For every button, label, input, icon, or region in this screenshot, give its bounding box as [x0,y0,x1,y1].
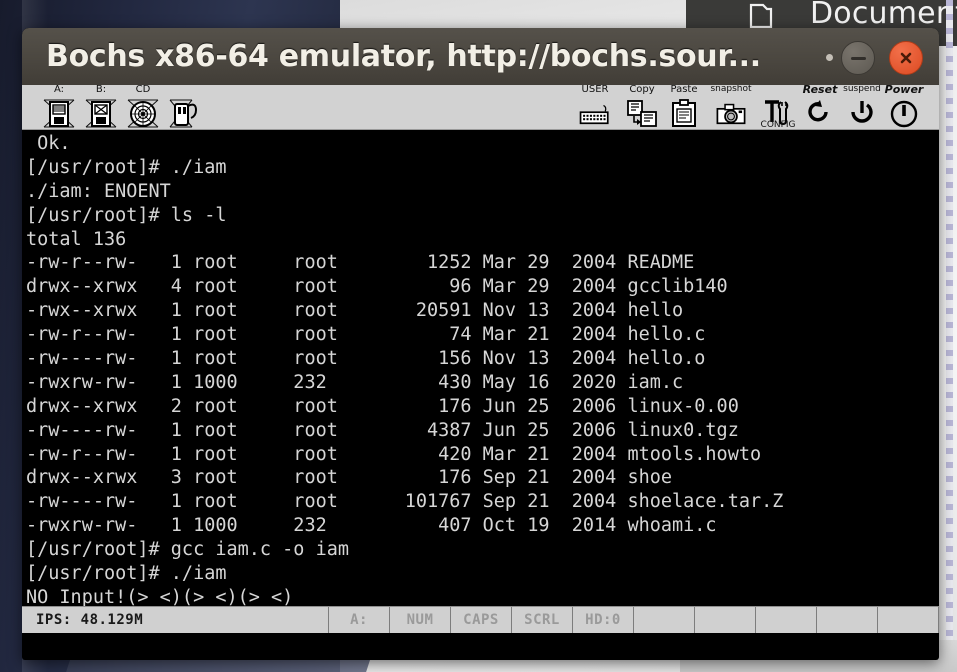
snapshot-label: snapshot [710,85,752,94]
toolbar-user-button[interactable]: USER [569,85,621,129]
cdrom-label: CD [135,85,151,95]
status-scrl: SCRL [511,607,572,633]
power-label: Power [884,85,924,96]
copy-label: Copy [629,85,655,95]
status-empty-cell [938,607,939,633]
config-sublabel: CONFIG [760,120,796,130]
terminal-line: drwx--xrwx 2 root root 176 Jun 25 2006 l… [26,395,739,417]
toolbar-copy-button[interactable]: Copy [621,85,663,129]
status-caps: CAPS [450,607,511,633]
paste-label: Paste [670,85,698,95]
window-titlebar[interactable]: Bochs x86-64 emulator, http://bochs.sour… [22,28,939,85]
terminal-line: -rwx--xrwx 1 root root 20591 Nov 13 2004… [26,300,684,322]
usb-icon [169,99,198,128]
toolbar-suspend-button[interactable]: suspend [841,85,883,129]
snapshot-icon [716,103,746,125]
terminal-line: drwx--xrwx 4 root root 96 Mar 29 2004 gc… [26,276,728,298]
close-button[interactable] [889,41,923,75]
terminal-line: -rwxrw-rw- 1 1000 232 430 May 16 2020 ia… [26,371,684,393]
status-num: NUM [389,607,450,633]
toolbar-media-group: A: B: CD [22,85,206,129]
reset-icon [808,100,828,122]
terminal-line: NO Input!(>_<)(>_<)(>_<) [26,586,294,606]
status-empty-cell [694,607,755,633]
toolbar-floppy-a[interactable]: A: [38,85,80,129]
status-a: A: [328,607,389,633]
toolbar-config-button[interactable]: CONFIG [757,85,799,129]
terminal-line: -rw----rw- 1 root root 4387 Jun 25 2006 … [26,419,739,441]
toolbar-reset-button[interactable]: Reset [799,85,841,129]
terminal-line: total 136 [26,228,127,250]
reset-label: Reset [802,85,838,96]
titlebar-dot [826,54,833,61]
bochs-statusbar: IPS: 48.129M A: NUM CAPS SCRL HD:0 [22,606,939,633]
minimize-button[interactable] [841,41,875,75]
status-indicator-group: A: NUM CAPS SCRL HD:0 [328,607,939,633]
suspend-icon [851,101,873,123]
terminal-line: -rw-r--rw- 1 root root 420 Mar 21 2004 m… [26,443,762,465]
user-keyboard-icon [579,104,609,125]
bochs-toolbar: A: B: CD USER Copy Paste snapshot CONFIG… [22,85,939,130]
copy-icon [627,100,657,127]
floppy-b-icon [85,99,117,128]
cdrom-icon [127,99,159,128]
status-empty-cell [755,607,816,633]
floppy-b-label: B: [95,85,107,95]
bochs-emulator-window: Bochs x86-64 emulator, http://bochs.sour… [22,28,939,660]
toolbar-floppy-b[interactable]: B: [80,85,122,129]
window-title: Bochs x86-64 emulator, http://bochs.sour… [46,39,761,74]
terminal-output: Ok. [/usr/root]# ./iam ./iam: ENOENT [/usr/… [26,132,939,606]
power-icon [890,100,918,128]
terminal-line: drwx--xrwx 3 root root 176 Sep 21 2004 s… [26,467,673,489]
toolbar-control-group: USER Copy Paste snapshot CONFIG Reset su… [569,85,925,129]
terminal-line: [/usr/root]# gcc iam.c -o iam [26,539,350,561]
status-empty-cell [877,607,938,633]
background-window-title: Documents [810,0,957,31]
floppy-a-icon [43,99,75,128]
terminal-line: [/usr/root]# ./iam [26,563,227,585]
toolbar-power-button[interactable]: Power [883,85,925,129]
toolbar-usb[interactable] [164,85,206,129]
terminal-line: [/usr/root]# ./iam [26,156,227,178]
toolbar-cdrom[interactable]: CD [122,85,164,129]
floppy-a-label: A: [53,85,65,95]
ips-indicator: IPS: 48.129M [36,612,144,628]
status-empty-cell [816,607,877,633]
toolbar-snapshot-button[interactable]: snapshot [705,85,757,129]
terminal-line: Ok. [26,133,71,154]
status-empty-cell [633,607,694,633]
suspend-label: suspend [843,85,881,94]
paste-icon [672,99,696,127]
folder-icon [749,3,773,29]
terminal-line: -rw----rw- 1 root root 156 Nov 13 2004 h… [26,348,706,370]
status-hd0: HD:0 [572,607,633,633]
close-icon [900,52,912,64]
terminal-screen[interactable]: Ok. [/usr/root]# ./iam ./iam: ENOENT [/usr/… [22,130,939,606]
terminal-line: -rw-r--rw- 1 root root 1252 Mar 29 2004 … [26,252,695,274]
terminal-line: -rw-r--rw- 1 root root 74 Mar 21 2004 he… [26,324,706,346]
terminal-line: [/usr/root]# ls -l [26,204,227,226]
terminal-line: -rwxrw-rw- 1 1000 232 407 Oct 19 2014 wh… [26,515,717,537]
terminal-line: -rw----rw- 1 root root 101767 Sep 21 200… [26,491,784,513]
terminal-line: ./iam: ENOENT [26,180,171,202]
user-label: USER [581,85,609,95]
toolbar-paste-button[interactable]: Paste [663,85,705,129]
wallpaper-stripe [946,0,953,672]
